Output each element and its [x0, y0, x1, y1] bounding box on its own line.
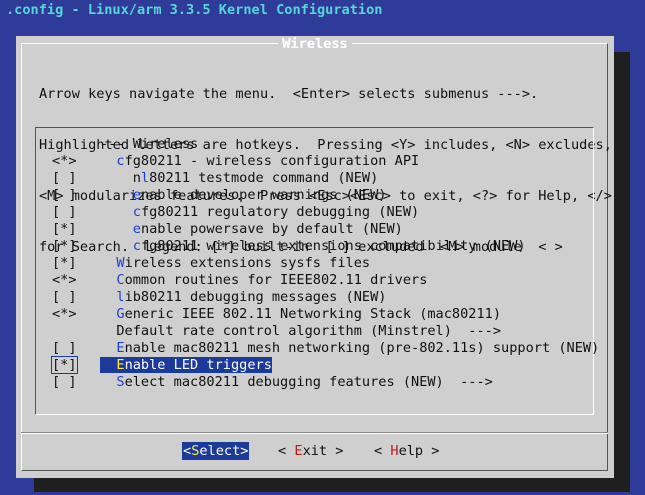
menu-item-pre: --- Wireless	[100, 136, 199, 152]
button-row: <Select> < Exit > < Help >	[16, 442, 614, 460]
menu-item-mark: <*>	[52, 306, 77, 322]
menu-item-pre	[100, 221, 133, 237]
menu-item-mac80211[interactable]: <*> Generic IEEE 802.11 Networking Stack…	[52, 306, 599, 323]
menu-item-regulatory-debugging[interactable]: [ ] cfg80211 regulatory debugging (NEW)	[52, 204, 599, 221]
menu-item-pre	[100, 289, 116, 305]
menu-item-hotkey: C	[116, 272, 125, 288]
menu-item-mark: [ ]	[52, 340, 77, 356]
menu-item-label: nable powersave by default (NEW)	[140, 221, 403, 237]
menu-item-hotkey: l	[140, 170, 150, 186]
menu-item-mark: [*]	[52, 221, 77, 237]
menu-item-label: fg80211 regulatory debugging (NEW)	[140, 204, 420, 220]
menu-item-label: fg80211 - wireless configuration API	[124, 153, 420, 169]
menu-list: --- Wireless <*> cfg80211 - wireless con…	[51, 136, 599, 391]
help-button-open: <	[374, 443, 391, 459]
menu-item-wireless-header[interactable]: --- Wireless	[52, 136, 599, 153]
menu-item-mark: [ ]	[52, 289, 77, 305]
dialog-shadow-bottom	[34, 478, 630, 492]
menu-item-selection-highlight: Enable LED triggers	[100, 357, 272, 373]
menu-item-mark: [ ]	[52, 187, 77, 203]
exit-button-open: <	[278, 443, 295, 459]
menu-item-mesh-networking[interactable]: [ ] Enable mac80211 mesh networking (pre…	[52, 340, 599, 357]
menu-item-label: fg80211 wireless extensions compatibilit…	[140, 238, 526, 254]
menu-item-led-triggers[interactable]: [*] Enable LED triggers	[51, 356, 599, 374]
menu-item-mark: [ ]	[52, 374, 77, 390]
menu-item-pre	[100, 340, 116, 356]
exit-button-label: xit	[302, 443, 328, 459]
menu-item-mark: [*]	[52, 238, 77, 254]
menu-item-hotkey: c	[132, 238, 141, 254]
menu-item-cfg80211[interactable]: <*> cfg80211 - wireless configuration AP…	[52, 153, 599, 170]
menu-item-developer-warnings[interactable]: [ ] enable developer warnings (NEW)	[52, 187, 599, 204]
menu-item-hotkey: G	[116, 306, 125, 322]
exit-button-close: >	[327, 443, 344, 459]
menu-item-mark: <*>	[52, 153, 77, 169]
exit-button-hotkey: E	[294, 443, 303, 459]
menu-item-mark: <*>	[52, 272, 77, 288]
menu-item-lib80211-debugging[interactable]: [ ] lib80211 debugging messages (NEW)	[52, 289, 599, 306]
menu-item-hotkey: c	[116, 153, 125, 169]
dialog-shadow-right	[614, 52, 630, 482]
menu-item-label: 80211 testmode command (NEW)	[149, 170, 379, 186]
select-button-label: elect	[199, 443, 241, 459]
button-divider	[21, 432, 608, 434]
menu-item-rate-control[interactable]: Default rate control algorithm (Minstrel…	[52, 323, 599, 340]
menu-item-pre	[100, 187, 133, 203]
menu-item-pre	[100, 204, 133, 220]
select-button-open: <	[183, 443, 192, 459]
menu-item-mac80211-debugging[interactable]: [ ] Select mac80211 debugging features (…	[52, 374, 599, 391]
menu-item-label: eneric IEEE 802.11 Networking Stack (mac…	[124, 306, 502, 322]
menu-item-pre	[100, 306, 116, 322]
menu-item-label: ireless extensions sysfs files	[124, 255, 371, 271]
menu-item-wext-compat[interactable]: [*] cfg80211 wireless extensions compati…	[52, 238, 599, 255]
menu-item-hotkey: E	[116, 340, 125, 356]
wireless-dialog: Wireless Arrow keys navigate the menu. <…	[16, 36, 614, 478]
exit-button[interactable]: < Exit >	[278, 442, 344, 460]
window-title: .config - Linux/arm 3.3.5 Kernel Configu…	[6, 2, 383, 18]
menu-item-label: nable LED triggers	[124, 357, 272, 373]
menu-item-powersave-default[interactable]: [*] enable powersave by default (NEW)	[52, 221, 599, 238]
menu-item-label: Default rate control algorithm (Minstrel…	[116, 323, 502, 339]
menu-item-mark: [*]	[52, 255, 77, 271]
menu-item-label: nable developer warnings (NEW)	[140, 187, 387, 203]
menu-item-hotkey: W	[116, 255, 125, 271]
menu-item-mark: [ ]	[52, 204, 77, 220]
menu-item-hotkey: c	[132, 204, 141, 220]
menu-item-mark: [ ]	[52, 170, 77, 186]
menu-item-pre	[100, 357, 116, 373]
menu-item-pre	[100, 153, 116, 169]
menu-item-pre: n	[100, 170, 141, 186]
help-button-label: elp	[398, 443, 424, 459]
menu-item-wext-sysfs[interactable]: [*] Wireless extensions sysfs files	[52, 255, 599, 272]
menu-item-label: ommon routines for IEEE802.11 drivers	[124, 272, 428, 288]
help-button-close: >	[423, 443, 440, 459]
menu-item-pre	[100, 238, 133, 254]
menu-item-nl80211-testmode[interactable]: [ ] nl80211 testmode command (NEW)	[52, 170, 599, 187]
menu-item-hotkey: l	[116, 289, 125, 305]
help-button[interactable]: < Help >	[374, 442, 440, 460]
menu-item-pre	[100, 272, 116, 288]
menu-item-label: elect mac80211 debugging features (NEW) …	[124, 374, 493, 390]
menu-item-label: ib80211 debugging messages (NEW)	[124, 289, 387, 305]
menu-item-hotkey: e	[132, 221, 141, 237]
dialog-title-text: Wireless	[278, 36, 352, 52]
select-button-close: >	[240, 443, 249, 459]
instruction-line: Arrow keys navigate the menu. <Enter> se…	[39, 86, 539, 102]
menu-item-mark: [*]	[51, 356, 100, 374]
menu-item-pre	[100, 323, 116, 339]
menu-item-pre	[100, 374, 116, 390]
menu-item-hotkey: e	[132, 187, 141, 203]
dialog-title: Wireless	[16, 36, 614, 53]
help-button-hotkey: H	[390, 443, 399, 459]
select-button[interactable]: <Select>	[182, 442, 250, 460]
menu-item-label: nable mac80211 mesh networking (pre-802.…	[124, 340, 600, 356]
menu-item-common-routines[interactable]: <*> Common routines for IEEE802.11 drive…	[52, 272, 599, 289]
menu-item-hotkey: E	[116, 357, 125, 373]
menu-item-pre	[100, 255, 116, 271]
menu-item-hotkey: S	[116, 374, 125, 390]
menu-item-mark-text: [*]	[51, 356, 78, 374]
